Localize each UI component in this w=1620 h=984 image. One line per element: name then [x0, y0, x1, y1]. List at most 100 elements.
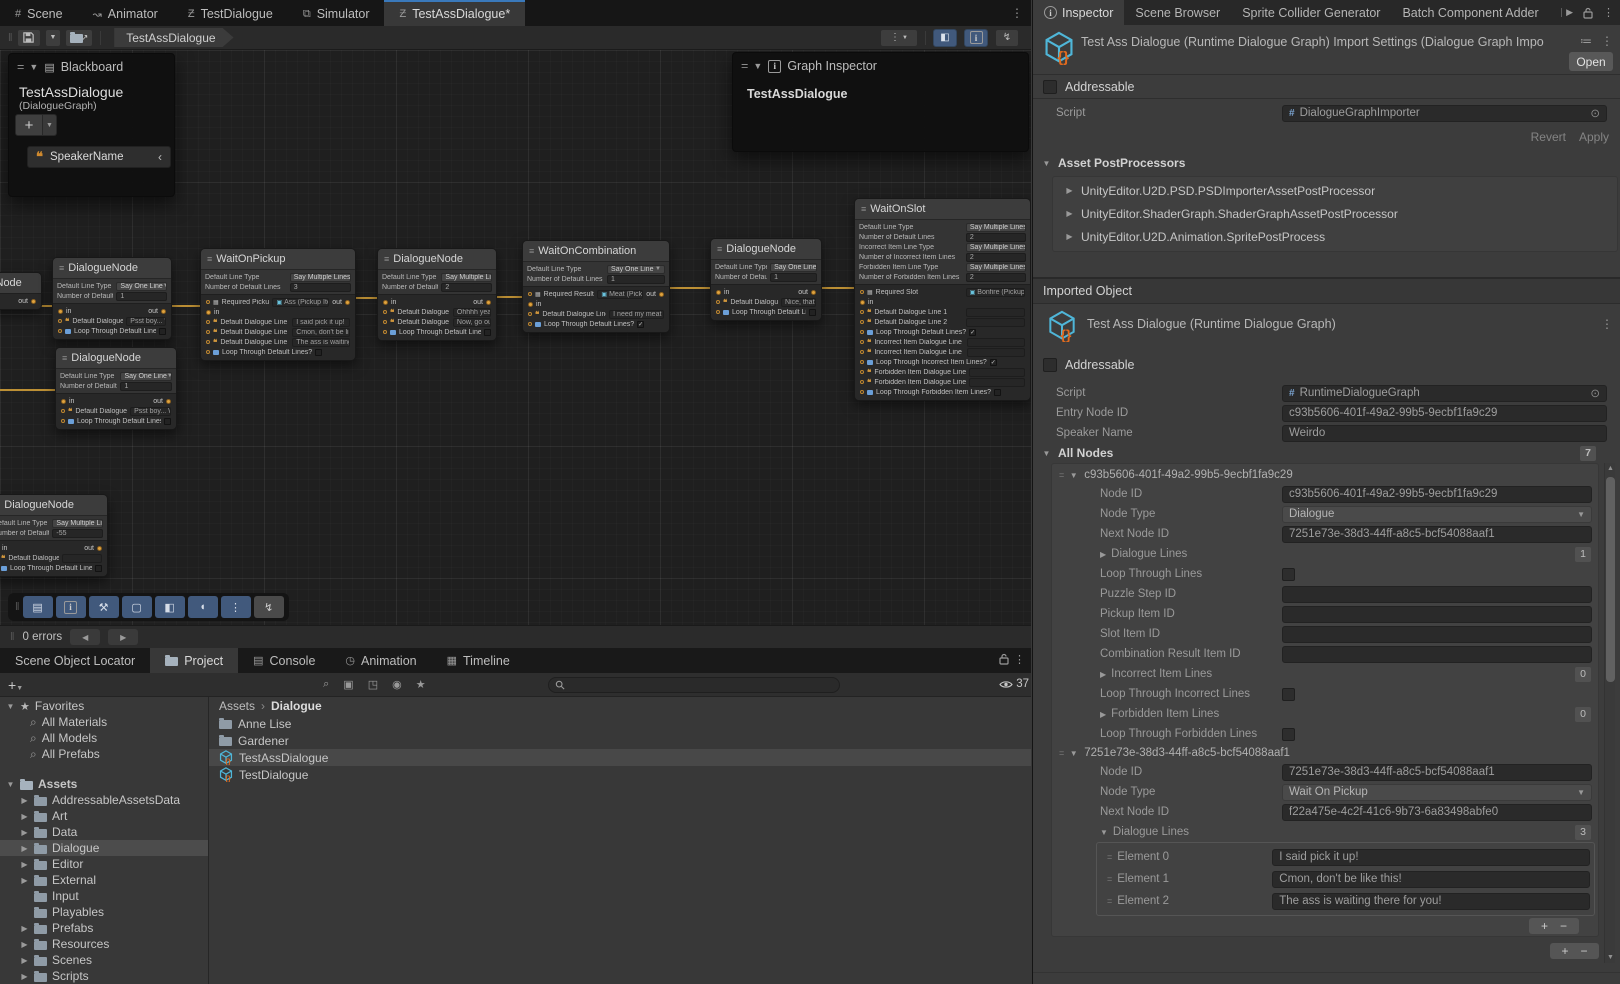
info-panel-toggle[interactable]: i — [56, 596, 86, 618]
toolbar-handle[interactable]: ‖ — [8, 32, 11, 44]
power-toggle[interactable]: ↯ — [995, 29, 1019, 47]
hidden-count[interactable]: 37 — [999, 678, 1029, 690]
string-port[interactable] — [206, 320, 210, 324]
output-port[interactable] — [97, 546, 102, 551]
breadcrumb-current[interactable]: Dialogue — [271, 699, 322, 713]
text-field[interactable] — [62, 554, 102, 563]
text-field[interactable] — [967, 338, 1025, 347]
node-entry-header[interactable]: =▼7251e73e-38d3-44ff-a8c5-bcf54088aaf1 — [1052, 744, 1595, 762]
add-button[interactable]: + — [1541, 919, 1548, 933]
audio-toggle[interactable]: ◖ — [188, 596, 218, 618]
tree-item-all-materials[interactable]: ⌕All Materials — [0, 714, 208, 730]
checkbox[interactable] — [1282, 728, 1295, 741]
scroll-up-icon[interactable]: ▲ — [1605, 465, 1616, 472]
next-error-button[interactable]: ▶ — [108, 629, 138, 645]
prop-dropdown[interactable]: Say Multiple Lines▼ — [52, 519, 103, 528]
create-asset-button[interactable]: +▼ — [8, 677, 23, 693]
text-field[interactable] — [1282, 646, 1592, 663]
checkbox[interactable] — [1282, 568, 1295, 581]
lock-icon[interactable] — [999, 653, 1009, 665]
foldout-closed-icon[interactable]: ▶ — [20, 796, 29, 805]
output-port[interactable] — [31, 299, 36, 304]
tree-item-favorites[interactable]: ▼★Favorites — [0, 698, 208, 714]
text-field[interactable]: Cmon, don't be like this! — [292, 328, 350, 337]
prop-dropdown[interactable]: Say One Line▼ — [770, 263, 817, 272]
tree-item-scenes[interactable]: ▶Scenes — [0, 952, 208, 968]
prop-field[interactable]: 1 — [770, 273, 817, 282]
tree-item-all-prefabs[interactable]: ⌕All Prefabs — [0, 746, 208, 762]
kebab-icon[interactable]: ⋮ — [1603, 6, 1614, 19]
tree-item-editor[interactable]: ▶Editor — [0, 856, 208, 872]
foldout-closed-icon[interactable]: ▶ — [20, 876, 29, 885]
input-port[interactable] — [58, 309, 63, 314]
add-property-dropdown[interactable]: ▼ — [43, 114, 57, 136]
string-port[interactable] — [383, 310, 387, 314]
alert-icon[interactable]: ◉ — [392, 678, 402, 691]
tree-item-playables[interactable]: Playables — [0, 904, 208, 920]
file-item-testassdialogue[interactable]: {}TestAssDialogue — [209, 749, 1031, 766]
text-field[interactable] — [1282, 626, 1592, 643]
string-port[interactable] — [860, 340, 864, 344]
text-field[interactable] — [969, 378, 1025, 387]
tree-item-external[interactable]: ▶External — [0, 872, 208, 888]
postprocessor-row[interactable]: ▶UnityEditor.U2D.Animation.SpritePostPro… — [1053, 225, 1617, 248]
text-field[interactable]: Now, go out... — [453, 318, 491, 327]
preset-icon[interactable]: ◳ — [368, 678, 378, 691]
prop-dropdown[interactable]: Say Multiple Lines▼ — [966, 263, 1026, 272]
tab-animation[interactable]: ◷Animation — [330, 648, 431, 673]
open-button[interactable]: Open — [1569, 52, 1613, 71]
bool-port[interactable] — [716, 310, 720, 314]
object-field[interactable]: ▣Bonfire (Pickup Item Data)⊙ — [966, 288, 1025, 297]
string-port[interactable] — [206, 330, 210, 334]
element-field[interactable]: Cmon, don't be like this! — [1272, 871, 1590, 888]
search-input[interactable] — [548, 677, 840, 693]
drag-handle-icon[interactable]: = — [17, 60, 23, 74]
text-field[interactable]: The ass is waiting there for y — [292, 338, 350, 347]
remove-button[interactable]: − — [1560, 919, 1567, 933]
addressable-checkbox[interactable] — [1043, 80, 1057, 94]
prop-dropdown[interactable]: Say Multiple Lines▼ — [441, 273, 492, 282]
prop-field[interactable]: 2 — [966, 233, 1026, 242]
checkbox[interactable] — [159, 328, 166, 335]
prop-dropdown[interactable]: Say One Line▼ — [120, 372, 172, 381]
file-item-anne-lise[interactable]: Anne Lise — [209, 715, 1031, 732]
dialogue-node-3[interactable]: ≡DialogueNodeDefault Line TypeSay Multip… — [377, 248, 497, 341]
tools-toggle[interactable]: ⚒ — [89, 596, 119, 618]
foldout-closed-icon[interactable]: ▶ — [1100, 670, 1106, 679]
tab-console[interactable]: ▤Console — [238, 648, 330, 673]
tab-batch-component-adder[interactable]: Batch Component Adder — [1391, 0, 1549, 25]
package-icon[interactable]: ▣ — [343, 678, 353, 691]
output-port[interactable] — [811, 290, 816, 295]
start-node[interactable]: ≡StartNodeout — [0, 272, 42, 310]
input-port[interactable] — [860, 300, 865, 305]
graph-options-button[interactable]: ⋮▼ — [880, 29, 918, 47]
wait-on-combination-node[interactable]: ≡WaitOnCombinationDefault Line TypeSay O… — [522, 240, 670, 333]
window-toggle[interactable]: ▢ — [122, 596, 152, 618]
node-entry-header[interactable]: =▼c93b5606-401f-49a2-99b5-9ecbf1fa9c29 — [1052, 466, 1595, 484]
array-add-remove-buttons[interactable]: +− — [1529, 918, 1579, 934]
text-field[interactable] — [966, 308, 1025, 317]
toolbar-handle[interactable]: ‖ — [10, 631, 13, 643]
prop-field[interactable]: -55 — [52, 529, 103, 538]
input-port[interactable] — [716, 290, 721, 295]
prop-field[interactable]: 1 — [116, 292, 167, 301]
foldout-closed-icon[interactable]: ▶ — [1065, 232, 1074, 241]
foldout-open-icon[interactable]: ▼ — [1069, 471, 1078, 480]
tab-inspector[interactable]: iInspector — [1033, 0, 1124, 25]
foldout-closed-icon[interactable]: ▶ — [20, 924, 29, 933]
tree-item-dialogue[interactable]: ▶Dialogue — [0, 840, 208, 856]
checkbox[interactable] — [315, 349, 322, 356]
blackboard-field-speakername[interactable]: ❝ SpeakerName ‹ — [27, 146, 171, 168]
tab-project[interactable]: Project — [150, 648, 238, 673]
save-dropdown-button[interactable]: ▼ — [45, 29, 62, 47]
dropdown-field[interactable]: Wait On Pickup▼ — [1282, 784, 1592, 801]
panel-menu-icon[interactable]: ⋮ — [1014, 653, 1025, 666]
prop-dropdown[interactable]: Say Multiple Lines▼ — [290, 273, 351, 282]
tab-testdialogue[interactable]: ƵTestDialogue — [173, 0, 288, 26]
prop-field[interactable]: 2 — [441, 283, 492, 292]
bool-port[interactable] — [528, 322, 532, 326]
add-property-button[interactable]: + — [15, 114, 43, 136]
object-port[interactable] — [528, 292, 532, 296]
tab-testassdialogue-[interactable]: ƵTestAssDialogue* — [384, 0, 525, 26]
output-port[interactable] — [486, 300, 491, 305]
